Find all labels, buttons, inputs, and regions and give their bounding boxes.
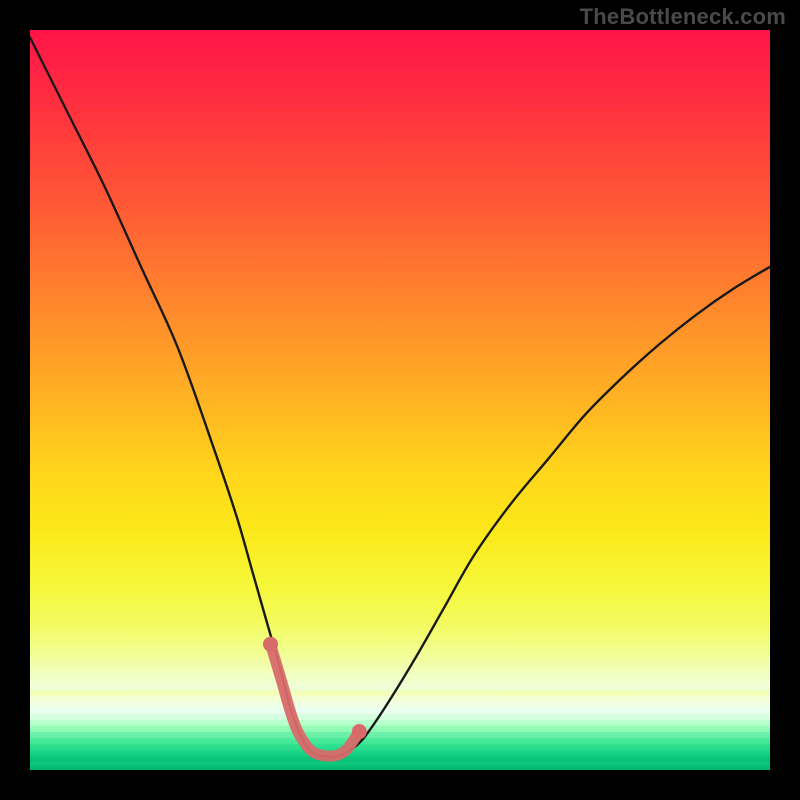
chart-frame: TheBottleneck.com xyxy=(0,0,800,800)
curve-svg xyxy=(30,30,770,770)
watermark-text: TheBottleneck.com xyxy=(580,4,786,30)
fit-region-endpoint xyxy=(263,637,278,652)
bottleneck-curve xyxy=(30,37,770,756)
fit-region-curve xyxy=(271,644,360,756)
fit-region-endpoint xyxy=(352,724,367,739)
plot-area xyxy=(30,30,770,770)
